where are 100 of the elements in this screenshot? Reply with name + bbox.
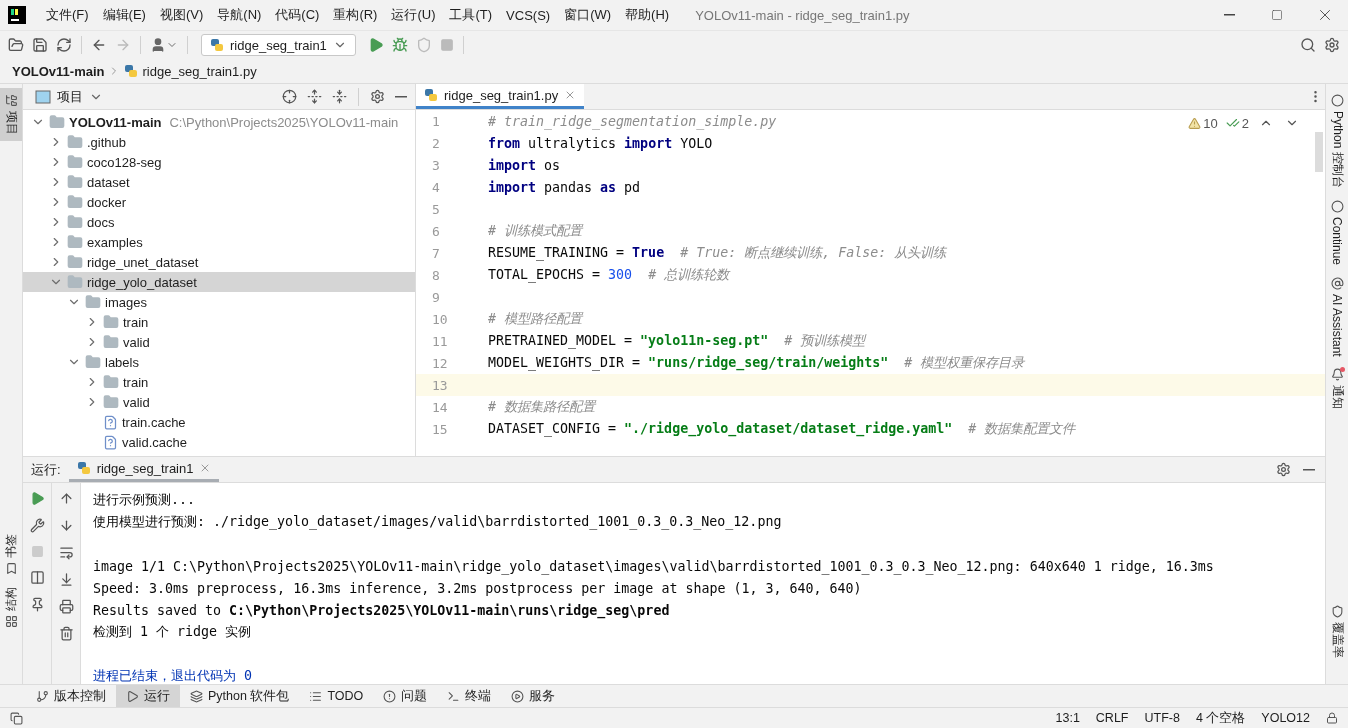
status-item[interactable]: CRLF xyxy=(1095,711,1129,725)
tree-item[interactable]: labels xyxy=(23,352,415,372)
save-button[interactable] xyxy=(30,35,50,55)
scrollbar[interactable] xyxy=(1315,132,1323,172)
tool-window-tab[interactable]: TODO xyxy=(299,685,374,707)
shield-icon xyxy=(415,37,432,53)
app-logo xyxy=(8,6,26,24)
warning-count[interactable]: 10 xyxy=(1188,115,1218,131)
project-view-dropdown[interactable]: 项目 xyxy=(35,87,103,106)
run-config-dropdown[interactable]: ridge_seg_train1 xyxy=(201,34,356,56)
stop-icon xyxy=(439,38,454,52)
tree-item-path: C:\Python\Projects2025\YOLOv11-main xyxy=(169,114,399,130)
arrow-right-icon xyxy=(115,37,131,53)
tool-window-tab[interactable]: Python 软件包 xyxy=(180,685,300,707)
menu-item[interactable]: 工具(T) xyxy=(443,3,499,27)
ring-icon xyxy=(1330,199,1344,213)
status-item[interactable]: 4 个空格 xyxy=(1195,709,1246,727)
line-number: 9 xyxy=(431,288,441,307)
tree-item[interactable]: examples xyxy=(23,232,415,252)
play-icon xyxy=(29,491,45,506)
locate-button[interactable] xyxy=(280,87,299,106)
folder-icon xyxy=(67,174,83,190)
tool-window-tab[interactable]: 问题 xyxy=(373,685,438,707)
tool-window-button[interactable]: 书签 xyxy=(0,528,22,581)
tool-window-button[interactable]: AI Assistant xyxy=(1326,270,1348,363)
menu-item[interactable]: 运行(U) xyxy=(385,3,442,27)
tool-window-tab[interactable]: 服务 xyxy=(501,685,566,707)
arrow-up-icon xyxy=(58,491,74,506)
weak-warning-count[interactable]: 2 xyxy=(1225,115,1249,131)
tree-item[interactable]: docker xyxy=(23,192,415,212)
status-item[interactable]: 13:1 xyxy=(1055,711,1080,725)
tool-window-button[interactable]: 结构 xyxy=(0,581,22,634)
breadcrumb-item[interactable]: ridge_seg_train1.py xyxy=(142,63,257,79)
tool-window-button[interactable]: Continue xyxy=(1326,193,1348,271)
line-number: 11 xyxy=(431,332,449,351)
settings-button[interactable] xyxy=(1322,35,1342,55)
wrap-icon xyxy=(58,545,74,560)
menu-item[interactable]: 帮助(H) xyxy=(619,3,676,27)
trash-icon xyxy=(58,626,74,641)
tree-item[interactable]: .github xyxy=(23,132,415,152)
tree-item[interactable]: ridge_yolo_dataset xyxy=(23,272,415,292)
minus-icon xyxy=(1303,468,1315,471)
tree-item[interactable]: coco128-seg xyxy=(23,152,415,172)
code-line: # 数据集路径配置 xyxy=(487,398,595,416)
search-icon xyxy=(1300,37,1316,53)
list-icon xyxy=(309,689,323,703)
bookmark-icon xyxy=(4,562,18,575)
tree-item[interactable]: valid.cache xyxy=(23,432,415,452)
tool-window-tab[interactable]: 运行 xyxy=(116,685,180,707)
menu-item[interactable]: 重构(R) xyxy=(327,3,384,27)
tree-item[interactable]: train xyxy=(23,372,415,392)
expand-all-button[interactable] xyxy=(305,87,324,106)
menu-item[interactable]: 文件(F) xyxy=(40,3,95,27)
console-line: Speed: 3.0ms preprocess, 16.3ms inference, 3.2ms postprocess per image at shape (1, 3, 640, 640) xyxy=(93,580,862,596)
tool-window-tab[interactable]: 终端 xyxy=(437,685,502,707)
breadcrumb-item[interactable]: YOLOv11-main xyxy=(12,63,105,79)
tree-item[interactable]: valid xyxy=(23,392,415,412)
settings-button[interactable] xyxy=(368,87,387,106)
tree-item[interactable]: dataset xyxy=(23,172,415,192)
code-line: TOTAL_EPOCHS = 300 # 总训练轮数 xyxy=(487,266,730,284)
window-icon xyxy=(35,89,51,104)
tool-window-button[interactable]: 项目 xyxy=(0,88,22,141)
menu-item[interactable]: 编辑(E) xyxy=(96,3,152,27)
tool-window-tab[interactable]: 版本控制 xyxy=(26,685,116,707)
tree-item[interactable]: docs xyxy=(23,212,415,232)
code-line: import os xyxy=(487,157,561,173)
menu-item[interactable]: 窗口(W) xyxy=(558,3,618,27)
collapse-all-button[interactable] xyxy=(330,87,349,106)
tree-item[interactable]: YOLOv11-main C:\Python\Projects2025\YOLOv11-main xyxy=(23,112,415,132)
collapse-icon xyxy=(332,89,347,104)
status-item[interactable]: YOLO12 xyxy=(1261,711,1310,725)
console-line: Results saved to C:\Python\Projects2025\YOLOv11-main\runs\ridge_seg\pred xyxy=(93,602,670,618)
menu-item[interactable]: 视图(V) xyxy=(153,3,210,27)
status-item[interactable]: UTF-8 xyxy=(1144,711,1180,725)
tree-item[interactable]: train.cache xyxy=(23,412,415,432)
wrench-icon xyxy=(29,518,45,533)
run-label: 运行: xyxy=(31,460,61,479)
python-file-icon xyxy=(210,38,224,52)
editor-tab[interactable]: ridge_seg_train1.py xyxy=(416,84,585,109)
sync-button[interactable] xyxy=(54,35,74,55)
tool-window-button[interactable]: Python 控制台 xyxy=(1326,88,1348,194)
tree-item[interactable]: train xyxy=(23,312,415,332)
menu-item[interactable]: 导航(N) xyxy=(211,3,268,27)
tool-window-button[interactable]: 通知 xyxy=(1326,362,1348,416)
folder-icon xyxy=(67,214,83,230)
line-number: 10 xyxy=(431,310,449,329)
double-check-icon xyxy=(1225,116,1240,130)
user-icon xyxy=(150,37,166,53)
menu-item[interactable]: VCS(S) xyxy=(500,4,557,26)
code-line: # 训练模式配置 xyxy=(487,222,582,240)
tree-item[interactable]: ridge_unet_dataset xyxy=(23,252,415,272)
refresh-icon xyxy=(56,37,72,53)
menu-item[interactable]: 代码(C) xyxy=(269,3,326,27)
line-number: 12 xyxy=(431,354,449,373)
tool-window-button[interactable]: 覆盖率 xyxy=(1326,599,1348,664)
tree-item[interactable]: valid xyxy=(23,332,415,352)
folder-open-icon xyxy=(8,37,24,53)
hide-button[interactable] xyxy=(393,93,409,100)
play-icon xyxy=(126,689,139,703)
tree-item[interactable]: images xyxy=(23,292,415,312)
